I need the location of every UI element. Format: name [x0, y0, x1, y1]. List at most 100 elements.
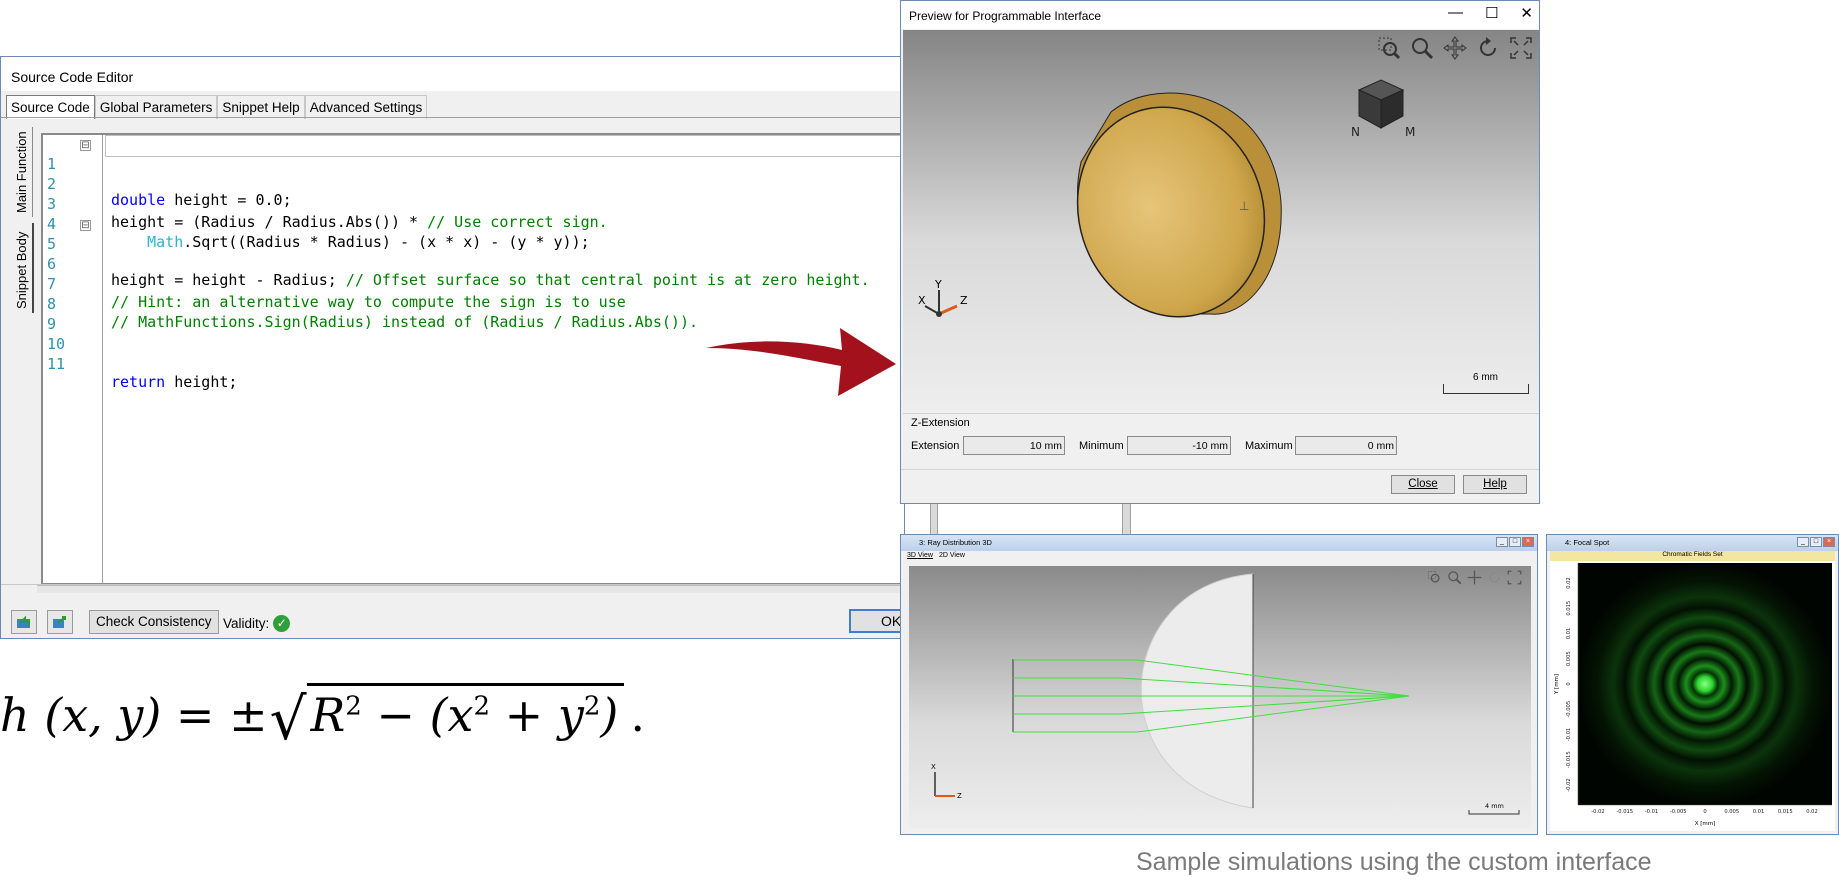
y-tick-label: 0.02 [1566, 577, 1572, 589]
code-line: 2 [43, 157, 97, 193]
preview-window: Preview for Programmable Interface — ☐ ✕… [900, 0, 1540, 504]
close-icon[interactable]: × [1522, 537, 1534, 547]
window-controls: _ □ × [1496, 537, 1534, 547]
square-root-sign: √ [269, 685, 307, 753]
editor-title: Source Code Editor [1, 57, 904, 91]
focal-subtitle: Chromatic Fields Set [1550, 551, 1835, 561]
code-line: 11 return height; [43, 337, 237, 391]
window-edge [930, 504, 938, 534]
x-tick-label: 0.01 [1753, 809, 1765, 815]
tab-global-parameters[interactable]: Global Parameters [94, 95, 218, 119]
code-comment: // Use correct sign. [427, 213, 608, 231]
view-tabs: 3D View 2D View [907, 552, 965, 559]
close-button[interactable]: Close [1391, 475, 1455, 494]
x-tick-label: 0.015 [1778, 809, 1793, 815]
code-line: 9 [43, 297, 97, 333]
side-tab-snippet-body[interactable]: Snippet Body [11, 223, 34, 313]
zoom-icon[interactable] [1410, 36, 1434, 63]
code-line: 3 height = (Radius / Radius.Abs()) * // … [43, 177, 608, 231]
tab-divider [1, 117, 904, 118]
formula-lhs: h (x, y) = ± [0, 688, 268, 742]
code-text: .Sqrt((Radius * Radius) - (x * x) - (y *… [183, 233, 590, 251]
code-keyword: return [111, 373, 166, 391]
maximum-field[interactable]: 0 mm [1295, 436, 1397, 455]
tab-advanced-settings[interactable]: Advanced Settings [304, 95, 428, 119]
orientation-cube-icon[interactable]: N M [1347, 72, 1417, 142]
code-comment: // Offset surface so that central point … [345, 271, 870, 289]
help-button[interactable]: Help [1463, 475, 1527, 494]
load-snippet-button[interactable] [11, 610, 37, 634]
preview-3d-viewport[interactable]: N M ⊥ Y X Z 6 mm [903, 30, 1539, 412]
close-icon[interactable]: ✕ [1520, 4, 1533, 22]
code-comment: // MathFunctions.Sign(Radius) instead of… [111, 313, 698, 331]
x-tick-label: -0.015 [1616, 809, 1633, 815]
fit-view-icon[interactable] [1509, 36, 1533, 63]
code-line: 1 ⊟ double height = 0.0; [43, 137, 292, 209]
check-circle-icon: ✓ [273, 615, 291, 632]
editor-tabs: Source Code Global Parameters Snippet He… [6, 95, 428, 119]
svg-text:X: X [931, 763, 936, 771]
tab-source-code[interactable]: Source Code [6, 95, 95, 119]
check-consistency-button[interactable]: Check Consistency [89, 610, 219, 634]
y-tick-label: 0 [1566, 682, 1572, 685]
maximize-icon[interactable]: □ [1810, 537, 1822, 547]
svg-text:4 mm: 4 mm [1485, 802, 1504, 810]
ray-3d-viewport[interactable]: X Z 4 mm [909, 566, 1531, 828]
extension-field[interactable]: 10 mm [963, 436, 1065, 455]
window-controls: — ☐ ✕ [1448, 4, 1533, 22]
maximize-icon[interactable]: ☐ [1485, 4, 1498, 22]
gutter-divider [102, 135, 103, 583]
fold-toggle-icon[interactable]: ⊟ [80, 140, 91, 151]
tab-snippet-help[interactable]: Snippet Help [217, 95, 305, 119]
ray-trace-plot: X Z 4 mm [931, 573, 1520, 815]
code-text: height = height - Radius; [111, 271, 346, 289]
tab-3d-view[interactable]: 3D View [907, 552, 933, 559]
focal-spot-window: 4: Focal Spot _ □ × Chromatic Fields Set [1546, 534, 1839, 835]
z-extension-group: Z-Extension Extension 10 mm Minimum -10 … [903, 413, 1539, 469]
y-axis-label: Y [mm] [1554, 674, 1560, 695]
x-tick-label: -0.005 [1670, 809, 1687, 815]
rotate-icon[interactable] [1476, 36, 1500, 63]
focal-spot-plot: -0.02 -0.015 -0.01 -0.005 0 0.005 0.01 0.015 0.0… [1550, 561, 1835, 831]
svg-text:M: M [1405, 125, 1415, 139]
side-tab-main-function[interactable]: Main Function [11, 127, 33, 217]
dialog-buttons: Close Help [901, 469, 1539, 505]
current-line-highlight [105, 135, 904, 157]
ray-window-title: 3: Ray Distribution 3D [919, 538, 992, 547]
window-edge [1122, 504, 1131, 534]
minimize-icon[interactable]: _ [1797, 537, 1809, 547]
horizontal-scrollbar[interactable] [37, 585, 904, 593]
fold-toggle-icon[interactable]: ⊟ [80, 220, 91, 231]
red-arrow-icon [706, 328, 896, 396]
x-tick-label: -0.02 [1591, 809, 1604, 815]
x-tick-label: 0 [1703, 809, 1706, 815]
viewport-toolbar [1377, 36, 1533, 63]
y-tick-label: -0.02 [1566, 778, 1572, 791]
code-line: 4 Math.Sqrt((Radius * Radius) - (x * x) … [43, 197, 590, 251]
y-tick-label: -0.015 [1566, 751, 1572, 768]
x-tick-label: -0.01 [1645, 809, 1658, 815]
folder-arrow-icon [17, 615, 30, 628]
code-line: 6 [43, 237, 97, 273]
pan-icon[interactable] [1443, 36, 1467, 63]
scale-bar [1443, 384, 1529, 394]
figure-caption: Sample simulations using the custom inte… [1136, 848, 1652, 876]
maximize-icon[interactable]: □ [1509, 537, 1521, 547]
export-arrow-icon [53, 616, 66, 628]
scale-label: 6 mm [1473, 372, 1498, 383]
y-tick-label: 0.01 [1566, 628, 1572, 640]
formula-radicand: R2 − (x2 + y2) [306, 683, 625, 742]
save-snippet-button[interactable] [47, 610, 73, 634]
ok-button[interactable]: OK [849, 609, 904, 633]
close-icon[interactable]: × [1823, 537, 1835, 547]
tab-2d-view[interactable]: 2D View [939, 552, 965, 559]
surface-height-formula: h (x, y) = ± √ R2 − (x2 + y2) . [0, 683, 645, 753]
code-keyword: double [111, 191, 166, 209]
code-line: 5 ⊟ height = height - Radius; // Offset … [43, 217, 870, 289]
minimum-field[interactable]: -10 mm [1127, 436, 1231, 455]
minimize-icon[interactable]: _ [1496, 537, 1508, 547]
svg-text:Z: Z [960, 294, 968, 307]
zoom-window-icon[interactable] [1377, 36, 1401, 63]
svg-text:Z: Z [957, 792, 962, 800]
minimize-icon[interactable]: — [1448, 4, 1463, 22]
